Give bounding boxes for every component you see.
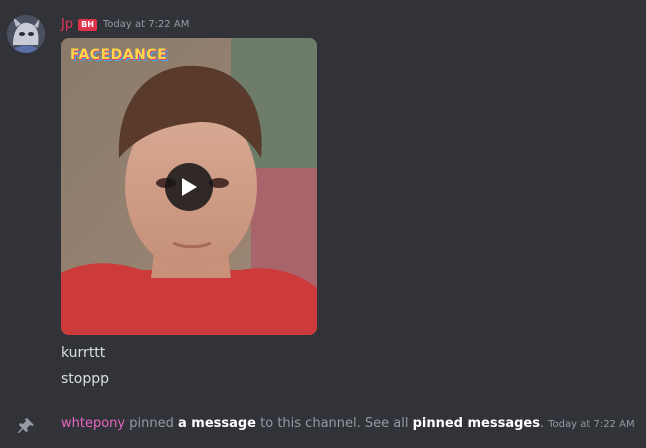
user-avatar[interactable] (7, 15, 45, 53)
message-header: Jp BH Today at 7:22 AM (61, 16, 189, 34)
message-timestamp[interactable]: Today at 7:22 AM (103, 16, 189, 34)
pin-text-period: . (540, 416, 545, 431)
message-text: kurrttt (61, 345, 106, 361)
pinned-message-link[interactable]: a message (178, 416, 256, 431)
pinned-messages-link[interactable]: pinned messages (413, 416, 540, 431)
play-button[interactable] (165, 163, 213, 211)
play-icon (182, 178, 197, 196)
chat-channel: Jp BH Today at 7:22 AM FACEDANCE kurrttt… (0, 0, 646, 448)
pin-text-channel: to this channel. See all (256, 416, 413, 431)
author-username[interactable]: Jp (61, 16, 73, 34)
pin-actor-username[interactable]: whtepony (61, 416, 125, 431)
avatar-image (7, 15, 45, 53)
system-timestamp[interactable]: Today at 7:22 AM (548, 419, 634, 430)
pin-text: pinned (125, 416, 178, 431)
video-embed[interactable]: FACEDANCE (61, 38, 317, 335)
pin-system-message: whtepony pinned a message to this channe… (61, 414, 635, 434)
server-tag-badge[interactable]: BH (78, 19, 97, 31)
message-text: stoppp (61, 371, 110, 387)
video-watermark: FACEDANCE (70, 47, 168, 63)
pin-icon (16, 416, 36, 436)
